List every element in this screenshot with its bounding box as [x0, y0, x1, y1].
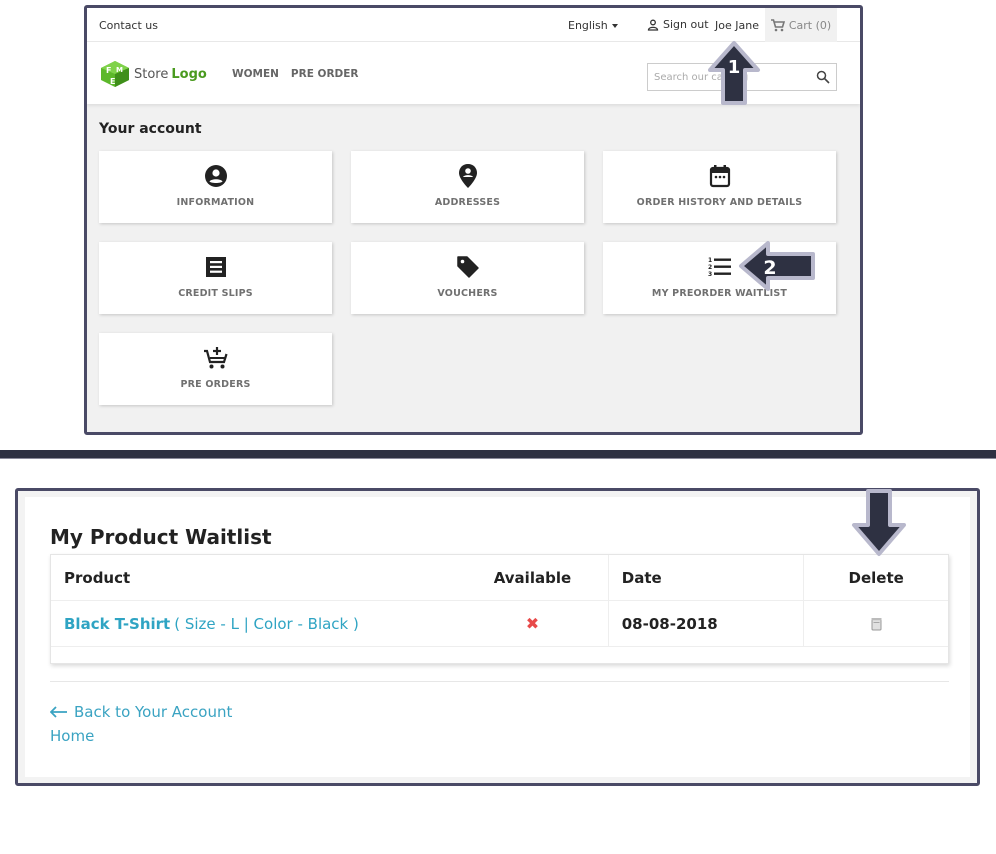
back-to-account-link[interactable]: Back to Your Account	[50, 703, 232, 721]
annotation-arrow-up-1: 1	[708, 41, 760, 105]
account-username-link[interactable]: Joe Jane	[715, 19, 759, 32]
receipt-icon	[205, 257, 226, 277]
svg-text:E: E	[110, 77, 115, 86]
back-link-label: Back to Your Account	[74, 703, 233, 721]
separator-line	[50, 681, 949, 682]
delete-cell	[804, 601, 948, 646]
main-nav: WOMEN PRE ORDER	[232, 68, 359, 80]
language-selector[interactable]: English	[568, 19, 618, 32]
search-icon[interactable]	[816, 70, 830, 84]
header-delete: Delete	[848, 568, 904, 587]
location-pin-icon	[458, 164, 477, 188]
tag-icon	[456, 256, 479, 278]
calendar-icon	[709, 165, 730, 188]
tile-order-history[interactable]: ORDER HISTORY AND DETAILS	[603, 151, 836, 223]
header-product: Product	[64, 568, 131, 587]
waitlist-screenshot: My Product Waitlist Product Available Da…	[15, 488, 980, 786]
tile-addresses[interactable]: ADDRESSES	[351, 151, 584, 223]
language-label: English	[568, 19, 608, 32]
nav-item-pre-order[interactable]: PRE ORDER	[291, 68, 359, 80]
product-attributes: ( Size - L | Color - Black )	[174, 614, 359, 633]
cart-plus-icon	[203, 347, 228, 369]
contact-us-link[interactable]: Contact us	[99, 19, 158, 32]
tile-vouchers[interactable]: VOUCHERS	[351, 242, 584, 314]
numbered-list-icon: 123	[708, 257, 731, 278]
sign-out-label: Sign out	[663, 18, 709, 31]
cart-button[interactable]: Cart (0)	[765, 8, 837, 42]
logo-text-store: Store	[134, 66, 169, 82]
header-date: Date	[609, 555, 805, 600]
table-row: Black T-Shirt ( Size - L | Color - Black…	[51, 601, 948, 647]
store-logo[interactable]: F M E Store Logo	[99, 60, 207, 88]
top-nav-bar: Contact us English Sign out Joe Jane Car…	[87, 8, 860, 42]
available-cell: ✖	[457, 601, 609, 646]
logo-text-logo: Logo	[171, 66, 207, 82]
svg-text:3: 3	[708, 271, 712, 278]
tile-pre-orders[interactable]: PRE ORDERS	[99, 333, 332, 405]
arrow-left-icon	[50, 706, 67, 718]
annotation-arrow-down	[852, 489, 906, 556]
tile-label: PRE ORDERS	[180, 379, 251, 390]
sign-out-link[interactable]: Sign out	[647, 18, 709, 31]
cart-icon	[770, 18, 785, 31]
product-cell: Black T-Shirt ( Size - L | Color - Black…	[51, 601, 457, 646]
nav-item-women[interactable]: WOMEN	[232, 68, 279, 80]
tile-label: ORDER HISTORY AND DETAILS	[636, 197, 803, 208]
section-divider	[0, 450, 996, 459]
cart-label: Cart (0)	[788, 18, 832, 32]
waitlist-table: Product Available Date Delete Black T-Sh…	[50, 554, 949, 664]
header-available: Available	[457, 555, 609, 600]
trash-icon[interactable]	[871, 617, 882, 631]
tile-label: CREDIT SLIPS	[178, 288, 253, 299]
date-cell: 08-08-2018	[609, 601, 805, 646]
caret-down-icon	[611, 24, 618, 28]
tile-label: ADDRESSES	[434, 197, 501, 208]
waitlist-page: My Product Waitlist Product Available Da…	[25, 497, 970, 777]
annotation-step-2: 2	[763, 257, 776, 279]
tile-information[interactable]: INFORMATION	[99, 151, 332, 223]
svg-text:F: F	[106, 66, 111, 75]
date-value: 08-08-2018	[621, 614, 718, 633]
user-icon	[647, 19, 659, 31]
home-link[interactable]: Home	[50, 727, 94, 745]
account-circle-icon	[204, 165, 227, 187]
tile-credit-slips[interactable]: CREDIT SLIPS	[99, 242, 332, 314]
tile-label: INFORMATION	[176, 197, 255, 208]
svg-text:1: 1	[708, 257, 712, 264]
table-header-row: Product Available Date Delete	[51, 555, 948, 601]
logo-cube-icon: F M E	[101, 61, 129, 87]
product-link[interactable]: Black T-Shirt	[64, 615, 170, 633]
annotation-arrow-left-2: 2	[739, 241, 815, 291]
annotation-step-1: 1	[728, 57, 741, 78]
svg-text:M: M	[116, 66, 123, 74]
tile-label: VOUCHERS	[437, 288, 498, 299]
unavailable-x-icon: ✖	[525, 614, 540, 633]
svg-text:2: 2	[708, 264, 712, 271]
account-page-title: Your account	[99, 121, 202, 137]
waitlist-title: My Product Waitlist	[50, 525, 272, 549]
